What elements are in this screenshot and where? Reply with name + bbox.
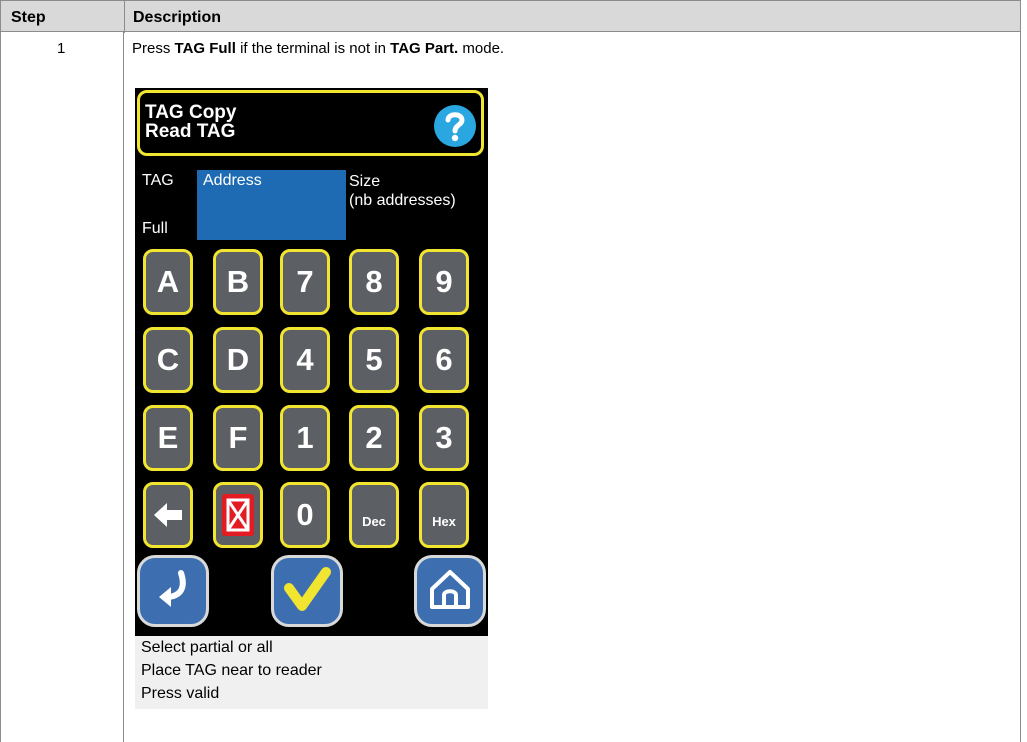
- screen-subtitle: Read TAG: [145, 121, 236, 142]
- home-button[interactable]: [414, 555, 486, 627]
- step-number: 1: [57, 40, 66, 57]
- table-header: Step Description: [0, 0, 1021, 33]
- device-screen: TAG Copy Read TAG TAG Full Address Size …: [135, 88, 488, 636]
- key-5[interactable]: 5: [349, 327, 399, 393]
- back-arrow-icon: [150, 498, 186, 532]
- status-panel: Select partial or all Place TAG near to …: [135, 636, 488, 709]
- validate-button[interactable]: [271, 555, 343, 627]
- table-column-divider: [123, 32, 124, 742]
- instruction-bold-tag-full: TAG Full: [174, 40, 236, 57]
- key-1[interactable]: 1: [280, 405, 330, 471]
- key-dec[interactable]: Dec: [349, 482, 399, 548]
- table-border-right: [1020, 32, 1021, 742]
- help-question-icon[interactable]: [434, 105, 476, 147]
- validate-check-icon: [282, 564, 332, 619]
- key-delete[interactable]: [213, 482, 263, 548]
- key-b[interactable]: B: [213, 249, 263, 315]
- size-label: Size: [349, 173, 381, 190]
- address-label: Address: [203, 172, 262, 189]
- key-0[interactable]: 0: [280, 482, 330, 548]
- key-backspace[interactable]: [143, 482, 193, 548]
- instruction-bold-tag-part: TAG Part.: [390, 40, 459, 57]
- instruction-text: Press: [132, 40, 175, 57]
- key-4[interactable]: 4: [280, 327, 330, 393]
- header-description: Description: [133, 9, 222, 26]
- tag-full-toggle[interactable]: Full: [142, 220, 168, 238]
- key-d[interactable]: D: [213, 327, 263, 393]
- screen-title-box: TAG Copy Read TAG: [137, 90, 484, 156]
- status-line-3: Press valid: [141, 685, 220, 702]
- return-arrow-icon: [149, 565, 197, 618]
- key-hex[interactable]: Hex: [419, 482, 469, 548]
- status-line-2: Place TAG near to reader: [141, 662, 322, 679]
- return-button[interactable]: [137, 555, 209, 627]
- screen-title: TAG Copy: [145, 102, 237, 123]
- size-unit-label: (nb addresses): [349, 192, 456, 209]
- tag-label: TAG: [142, 172, 174, 189]
- key-6[interactable]: 6: [419, 327, 469, 393]
- key-8[interactable]: 8: [349, 249, 399, 315]
- key-3[interactable]: 3: [419, 405, 469, 471]
- instruction-text: mode.: [458, 40, 505, 57]
- home-icon: [426, 565, 474, 618]
- key-a[interactable]: A: [143, 249, 193, 315]
- key-7[interactable]: 7: [280, 249, 330, 315]
- address-field[interactable]: Address: [197, 170, 346, 240]
- header-divider: [124, 1, 125, 33]
- header-step: Step: [11, 9, 46, 26]
- instruction-text: if the terminal is not in: [235, 40, 391, 57]
- size-field[interactable]: Size (nb addresses): [349, 172, 456, 210]
- step-instruction: Press TAG Full if the terminal is not in…: [132, 40, 504, 57]
- key-f[interactable]: F: [213, 405, 263, 471]
- table-border-left: [0, 32, 1, 742]
- key-9[interactable]: 9: [419, 249, 469, 315]
- delete-x-icon: [221, 493, 255, 537]
- key-2[interactable]: 2: [349, 405, 399, 471]
- status-line-1: Select partial or all: [141, 639, 273, 656]
- key-c[interactable]: C: [143, 327, 193, 393]
- key-e[interactable]: E: [143, 405, 193, 471]
